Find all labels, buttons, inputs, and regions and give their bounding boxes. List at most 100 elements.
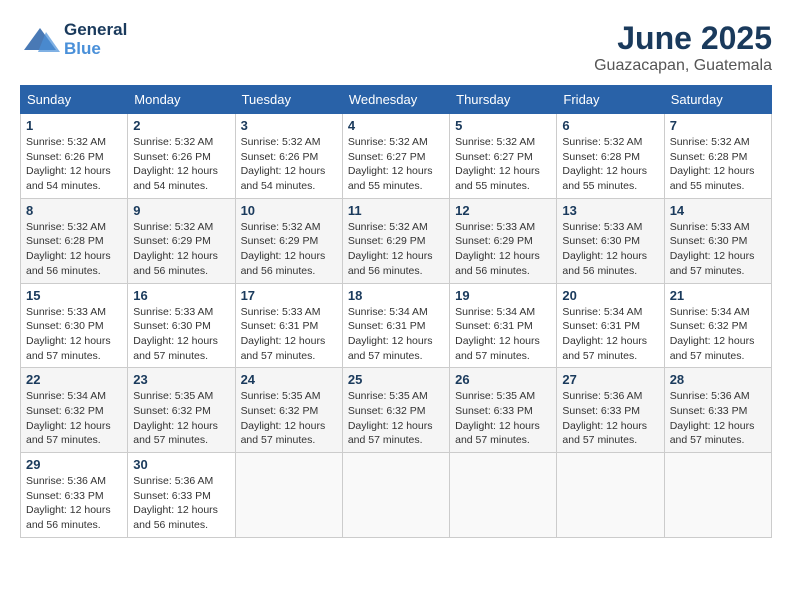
title-area: June 2025 Guazacapan, Guatemala xyxy=(594,20,772,75)
day-info: Sunrise: 5:32 AM Sunset: 6:28 PM Dayligh… xyxy=(26,221,111,277)
day-number: 30 xyxy=(133,457,229,472)
header-sunday: Sunday xyxy=(21,86,128,114)
day-info: Sunrise: 5:32 AM Sunset: 6:28 PM Dayligh… xyxy=(562,136,647,192)
day-info: Sunrise: 5:34 AM Sunset: 6:31 PM Dayligh… xyxy=(562,306,647,362)
month-year: June 2025 xyxy=(594,20,772,57)
day-info: Sunrise: 5:32 AM Sunset: 6:27 PM Dayligh… xyxy=(455,136,540,192)
logo-line2: Blue xyxy=(64,40,127,59)
calendar-cell: 21 Sunrise: 5:34 AM Sunset: 6:32 PM Dayl… xyxy=(664,283,771,368)
calendar-cell: 29 Sunrise: 5:36 AM Sunset: 6:33 PM Dayl… xyxy=(21,453,128,538)
day-number: 28 xyxy=(670,372,766,387)
day-info: Sunrise: 5:35 AM Sunset: 6:33 PM Dayligh… xyxy=(455,390,540,446)
day-number: 15 xyxy=(26,288,122,303)
header-tuesday: Tuesday xyxy=(235,86,342,114)
calendar-cell: 5 Sunrise: 5:32 AM Sunset: 6:27 PM Dayli… xyxy=(450,114,557,199)
day-info: Sunrise: 5:32 AM Sunset: 6:28 PM Dayligh… xyxy=(670,136,755,192)
calendar-cell xyxy=(557,453,664,538)
day-number: 27 xyxy=(562,372,658,387)
day-info: Sunrise: 5:35 AM Sunset: 6:32 PM Dayligh… xyxy=(348,390,433,446)
day-info: Sunrise: 5:34 AM Sunset: 6:31 PM Dayligh… xyxy=(348,306,433,362)
calendar-cell: 13 Sunrise: 5:33 AM Sunset: 6:30 PM Dayl… xyxy=(557,198,664,283)
day-number: 10 xyxy=(241,203,337,218)
day-info: Sunrise: 5:33 AM Sunset: 6:29 PM Dayligh… xyxy=(455,221,540,277)
day-number: 7 xyxy=(670,118,766,133)
calendar-week-row: 29 Sunrise: 5:36 AM Sunset: 6:33 PM Dayl… xyxy=(21,453,772,538)
calendar-cell: 10 Sunrise: 5:32 AM Sunset: 6:29 PM Dayl… xyxy=(235,198,342,283)
header-wednesday: Wednesday xyxy=(342,86,449,114)
day-info: Sunrise: 5:33 AM Sunset: 6:31 PM Dayligh… xyxy=(241,306,326,362)
day-number: 20 xyxy=(562,288,658,303)
day-info: Sunrise: 5:33 AM Sunset: 6:30 PM Dayligh… xyxy=(133,306,218,362)
day-number: 8 xyxy=(26,203,122,218)
day-number: 19 xyxy=(455,288,551,303)
calendar-cell: 28 Sunrise: 5:36 AM Sunset: 6:33 PM Dayl… xyxy=(664,368,771,453)
day-number: 4 xyxy=(348,118,444,133)
header-thursday: Thursday xyxy=(450,86,557,114)
calendar-cell xyxy=(664,453,771,538)
day-number: 21 xyxy=(670,288,766,303)
day-number: 24 xyxy=(241,372,337,387)
day-info: Sunrise: 5:33 AM Sunset: 6:30 PM Dayligh… xyxy=(562,221,647,277)
calendar-cell: 2 Sunrise: 5:32 AM Sunset: 6:26 PM Dayli… xyxy=(128,114,235,199)
day-number: 3 xyxy=(241,118,337,133)
day-info: Sunrise: 5:32 AM Sunset: 6:29 PM Dayligh… xyxy=(348,221,433,277)
calendar-cell: 18 Sunrise: 5:34 AM Sunset: 6:31 PM Dayl… xyxy=(342,283,449,368)
calendar-week-row: 1 Sunrise: 5:32 AM Sunset: 6:26 PM Dayli… xyxy=(21,114,772,199)
day-number: 12 xyxy=(455,203,551,218)
day-info: Sunrise: 5:36 AM Sunset: 6:33 PM Dayligh… xyxy=(133,475,218,531)
day-number: 11 xyxy=(348,203,444,218)
day-number: 26 xyxy=(455,372,551,387)
location: Guazacapan, Guatemala xyxy=(594,57,772,75)
calendar-cell: 17 Sunrise: 5:33 AM Sunset: 6:31 PM Dayl… xyxy=(235,283,342,368)
calendar-cell: 1 Sunrise: 5:32 AM Sunset: 6:26 PM Dayli… xyxy=(21,114,128,199)
calendar-cell: 22 Sunrise: 5:34 AM Sunset: 6:32 PM Dayl… xyxy=(21,368,128,453)
day-number: 25 xyxy=(348,372,444,387)
calendar-cell: 11 Sunrise: 5:32 AM Sunset: 6:29 PM Dayl… xyxy=(342,198,449,283)
header-saturday: Saturday xyxy=(664,86,771,114)
day-info: Sunrise: 5:36 AM Sunset: 6:33 PM Dayligh… xyxy=(562,390,647,446)
day-number: 16 xyxy=(133,288,229,303)
calendar-cell: 14 Sunrise: 5:33 AM Sunset: 6:30 PM Dayl… xyxy=(664,198,771,283)
day-info: Sunrise: 5:32 AM Sunset: 6:26 PM Dayligh… xyxy=(133,136,218,192)
day-number: 13 xyxy=(562,203,658,218)
calendar-cell: 12 Sunrise: 5:33 AM Sunset: 6:29 PM Dayl… xyxy=(450,198,557,283)
day-number: 18 xyxy=(348,288,444,303)
calendar-cell xyxy=(450,453,557,538)
weekday-header-row: Sunday Monday Tuesday Wednesday Thursday… xyxy=(21,86,772,114)
calendar-cell: 3 Sunrise: 5:32 AM Sunset: 6:26 PM Dayli… xyxy=(235,114,342,199)
calendar-cell: 24 Sunrise: 5:35 AM Sunset: 6:32 PM Dayl… xyxy=(235,368,342,453)
day-number: 1 xyxy=(26,118,122,133)
calendar-week-row: 8 Sunrise: 5:32 AM Sunset: 6:28 PM Dayli… xyxy=(21,198,772,283)
calendar-cell: 7 Sunrise: 5:32 AM Sunset: 6:28 PM Dayli… xyxy=(664,114,771,199)
day-info: Sunrise: 5:32 AM Sunset: 6:29 PM Dayligh… xyxy=(241,221,326,277)
day-info: Sunrise: 5:36 AM Sunset: 6:33 PM Dayligh… xyxy=(26,475,111,531)
day-info: Sunrise: 5:34 AM Sunset: 6:31 PM Dayligh… xyxy=(455,306,540,362)
header-friday: Friday xyxy=(557,86,664,114)
calendar-cell: 26 Sunrise: 5:35 AM Sunset: 6:33 PM Dayl… xyxy=(450,368,557,453)
calendar-cell: 8 Sunrise: 5:32 AM Sunset: 6:28 PM Dayli… xyxy=(21,198,128,283)
day-number: 14 xyxy=(670,203,766,218)
logo-line1: General xyxy=(64,21,127,40)
logo-icon xyxy=(20,20,60,60)
day-info: Sunrise: 5:35 AM Sunset: 6:32 PM Dayligh… xyxy=(133,390,218,446)
day-info: Sunrise: 5:32 AM Sunset: 6:26 PM Dayligh… xyxy=(26,136,111,192)
day-info: Sunrise: 5:35 AM Sunset: 6:32 PM Dayligh… xyxy=(241,390,326,446)
calendar-cell: 16 Sunrise: 5:33 AM Sunset: 6:30 PM Dayl… xyxy=(128,283,235,368)
day-number: 22 xyxy=(26,372,122,387)
calendar-cell: 15 Sunrise: 5:33 AM Sunset: 6:30 PM Dayl… xyxy=(21,283,128,368)
calendar-cell: 20 Sunrise: 5:34 AM Sunset: 6:31 PM Dayl… xyxy=(557,283,664,368)
calendar-cell: 23 Sunrise: 5:35 AM Sunset: 6:32 PM Dayl… xyxy=(128,368,235,453)
calendar-cell: 25 Sunrise: 5:35 AM Sunset: 6:32 PM Dayl… xyxy=(342,368,449,453)
day-number: 2 xyxy=(133,118,229,133)
day-info: Sunrise: 5:36 AM Sunset: 6:33 PM Dayligh… xyxy=(670,390,755,446)
day-number: 9 xyxy=(133,203,229,218)
logo: General Blue xyxy=(20,20,127,60)
day-info: Sunrise: 5:33 AM Sunset: 6:30 PM Dayligh… xyxy=(26,306,111,362)
calendar: Sunday Monday Tuesday Wednesday Thursday… xyxy=(20,85,772,538)
day-number: 6 xyxy=(562,118,658,133)
day-info: Sunrise: 5:33 AM Sunset: 6:30 PM Dayligh… xyxy=(670,221,755,277)
calendar-cell: 6 Sunrise: 5:32 AM Sunset: 6:28 PM Dayli… xyxy=(557,114,664,199)
calendar-cell: 4 Sunrise: 5:32 AM Sunset: 6:27 PM Dayli… xyxy=(342,114,449,199)
day-info: Sunrise: 5:32 AM Sunset: 6:26 PM Dayligh… xyxy=(241,136,326,192)
calendar-week-row: 15 Sunrise: 5:33 AM Sunset: 6:30 PM Dayl… xyxy=(21,283,772,368)
